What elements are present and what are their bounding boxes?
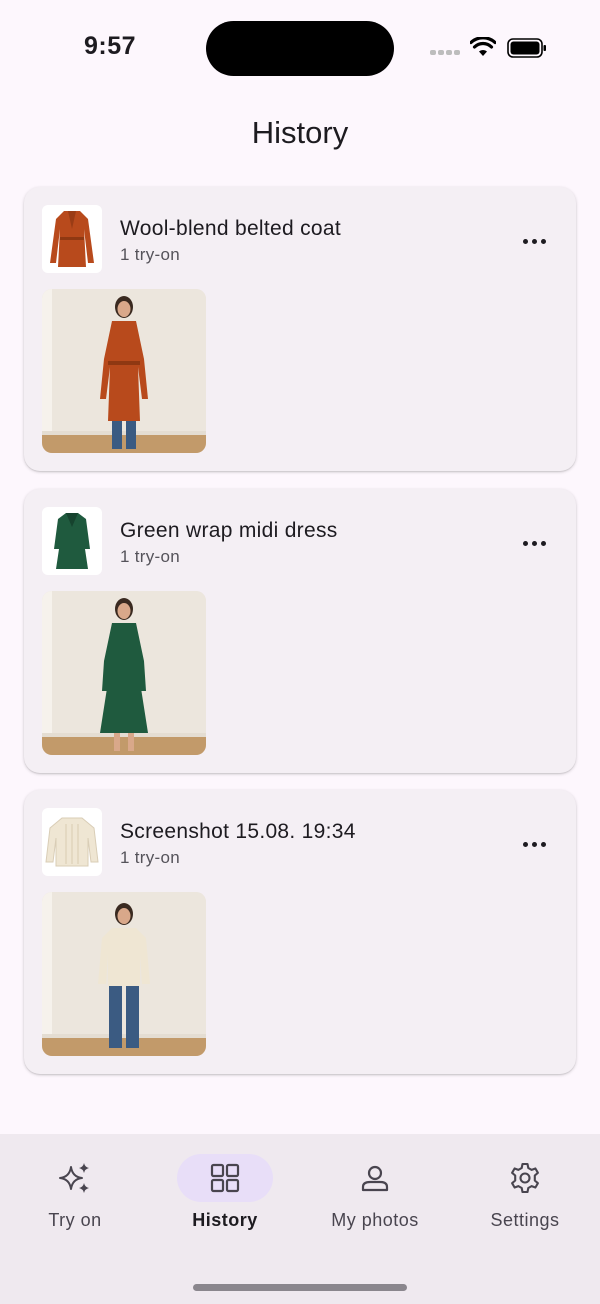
nav-pill [27,1154,123,1202]
bottom-navigation: Try on History My photos Settings [0,1134,600,1304]
wifi-icon [470,37,496,56]
person-icon [361,1165,389,1192]
nav-item-history[interactable]: History [150,1154,300,1234]
nav-label: Try on [48,1210,102,1230]
battery-icon [507,38,546,58]
status-bar: 9:57 [0,0,600,96]
garment-thumbnail [42,507,102,575]
nav-item-my-photos[interactable]: My photos [300,1154,450,1234]
card-subtitle: 1 try-on [120,848,181,867]
card-title: Wool-blend belted coat [120,217,342,240]
gear-icon [511,1162,539,1194]
dynamic-island [206,21,394,76]
garment-thumbnail [42,205,102,273]
grid-icon [210,1163,240,1193]
card-title: Green wrap midi dress [120,519,338,542]
status-time: 9:57 [84,32,137,60]
nav-label: My photos [331,1210,419,1230]
card-subtitle: 1 try-on [120,547,181,566]
more-options-button[interactable] [514,221,554,261]
history-card[interactable]: Screenshot 15.08. 19:34 1 try-on [24,790,576,1074]
nav-item-settings[interactable]: Settings [450,1154,600,1234]
history-card[interactable]: Wool-blend belted coat 1 try-on [24,187,576,471]
try-on-photo[interactable] [42,289,206,453]
more-options-button[interactable] [514,523,554,563]
nav-label: Settings [490,1210,560,1230]
home-indicator [193,1284,407,1291]
history-card[interactable]: Green wrap midi dress 1 try-on [24,489,576,773]
nav-pill-active [177,1154,273,1202]
page-title: History [251,115,349,150]
more-options-button[interactable] [514,824,554,864]
nav-pill [477,1154,573,1202]
nav-label: History [192,1210,258,1230]
try-on-photo[interactable] [42,892,206,1056]
signal-icon [430,50,460,56]
nav-pill [327,1154,423,1202]
card-subtitle: 1 try-on [120,245,181,264]
try-on-photo[interactable] [42,591,206,755]
garment-thumbnail [42,808,102,876]
nav-item-try-on[interactable]: Try on [0,1154,150,1234]
card-title: Screenshot 15.08. 19:34 [120,820,356,843]
sparkle-icon [59,1163,89,1193]
